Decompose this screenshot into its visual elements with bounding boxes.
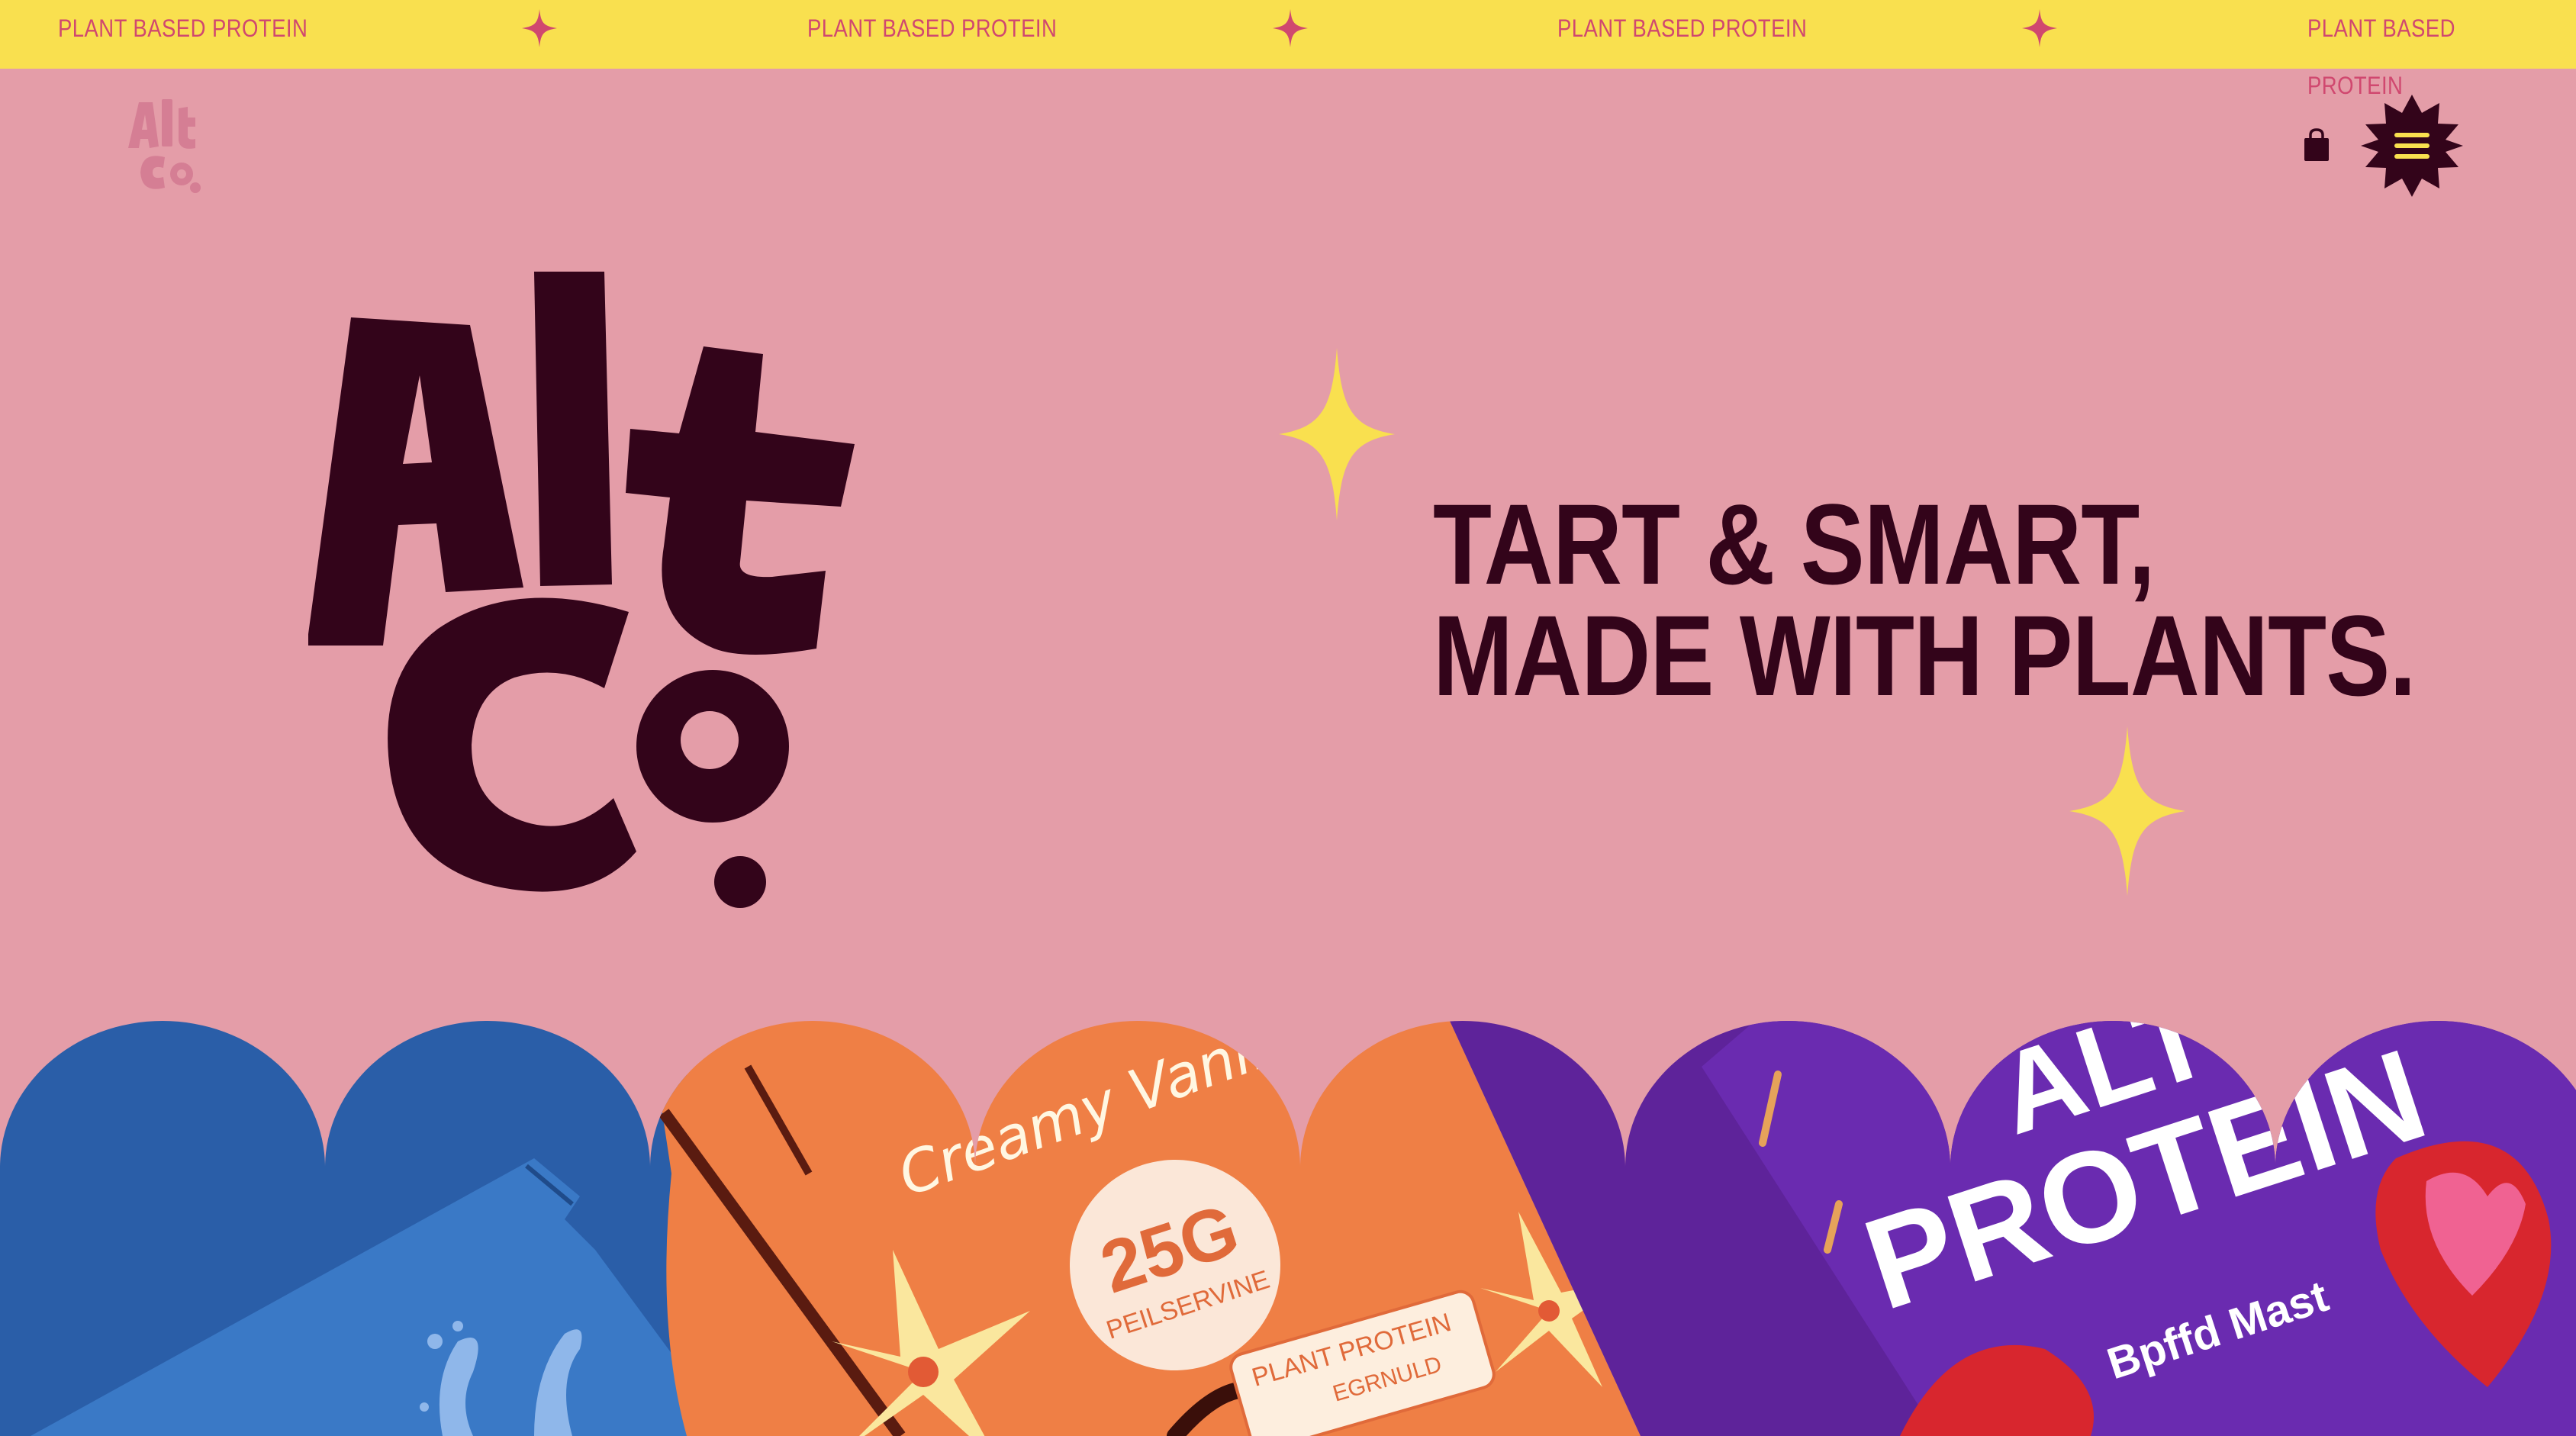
announcement-ticker: PLANT BASED PROTEIN PLANT BASED PROTEIN … xyxy=(0,0,2576,99)
header-logo[interactable] xyxy=(125,98,209,195)
tagline-line-2: MADE WITH PLANTS. xyxy=(1433,591,2416,720)
ticker-text: PLANT BASED PROTEIN xyxy=(1557,14,1808,42)
hero-tagline: TART & SMART, MADE WITH PLANTS. xyxy=(1433,480,2416,720)
brand-logo xyxy=(308,272,855,908)
product-packaging-strip: Creamy Vanilla 25G PEILSERVINE PLANT PRO… xyxy=(0,1021,2576,1436)
ticker-text: PLANT BASED PROTEIN xyxy=(58,14,308,42)
ticker-text: PLANT BASED PROTEIN xyxy=(807,14,1058,42)
tagline-line-1: TART & SMART, xyxy=(1433,480,2155,608)
menu-button[interactable] xyxy=(2361,95,2463,197)
sparkle-icon xyxy=(1279,348,1395,520)
sparkle-icon xyxy=(522,9,557,47)
shopping-bag-icon[interactable] xyxy=(2303,128,2330,162)
sparkle-icon xyxy=(2022,9,2057,47)
hamburger-menu-icon xyxy=(2361,95,2463,197)
ticker-text: PLANT BASED PROTEIN xyxy=(2307,14,2455,99)
sparkle-icon xyxy=(2069,726,2185,896)
sparkle-icon xyxy=(1273,9,1308,47)
